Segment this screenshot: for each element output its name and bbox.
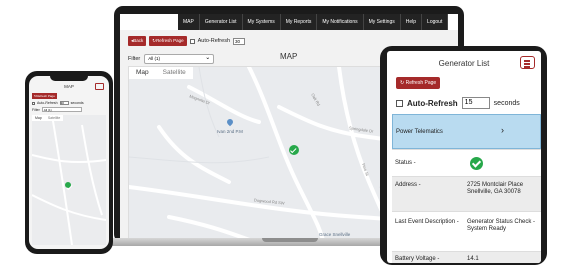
tablet-refresh-button[interactable]: ↻ Refresh Page xyxy=(396,77,441,89)
phone-menu-icon[interactable] xyxy=(95,83,104,90)
phone-screen: MAP ↻Refresh Page Auto-Refresh 30 second… xyxy=(29,76,109,249)
phone-auto-refresh-input[interactable]: 30 xyxy=(59,101,69,105)
phone-auto-refresh-row: Auto-Refresh 30 seconds xyxy=(32,101,84,105)
phone-tab-map[interactable]: Map xyxy=(32,115,45,121)
phone-filter-row: Filter All (1) xyxy=(32,107,82,112)
chevron-right-icon[interactable]: › xyxy=(501,126,541,135)
filter-select-value: All (1) xyxy=(148,56,160,61)
tablet-page-title: Generator List xyxy=(438,59,490,68)
phone-refresh-label: Refresh Page xyxy=(36,94,55,98)
tab-map[interactable]: Map xyxy=(129,67,156,79)
filter-row: Filter All (1) ⌄ xyxy=(128,54,215,64)
tablet-auto-refresh-label: Auto-Refresh xyxy=(407,98,458,108)
phone-tab-satellite[interactable]: Satellite xyxy=(45,115,63,121)
phone-generator-marker-icon[interactable] xyxy=(65,182,71,188)
row-value: 2725 Montclair Place Snellville, GA 3007… xyxy=(467,182,524,195)
row-value: Generator Status Check - System Ready xyxy=(467,219,536,232)
phone-filter-select[interactable]: All (1) xyxy=(41,107,82,112)
row-value: 14.1 xyxy=(467,256,479,262)
tablet-refresh-label: Refresh Page xyxy=(405,80,437,86)
row-label: Last Event Description - xyxy=(395,219,459,225)
filter-select[interactable]: All (1) ⌄ xyxy=(144,54,215,64)
generator-status-marker-icon[interactable] xyxy=(289,145,299,155)
back-button-label: Back xyxy=(133,38,144,43)
nav-my-settings[interactable]: My Settings xyxy=(364,14,401,30)
refresh-page-button[interactable]: ↻Refresh Page xyxy=(149,36,187,46)
phone-map-view[interactable]: Map Satellite xyxy=(32,115,106,245)
nav-generator-list[interactable]: Generator List xyxy=(200,14,243,30)
tablet-auto-refresh-row: Auto-Refresh 15 seconds xyxy=(396,97,520,109)
phone-seconds-label: seconds xyxy=(70,101,84,105)
chevron-down-icon: ⌄ xyxy=(205,55,211,61)
table-row: Status - xyxy=(392,149,541,176)
map-type-tabs: Map Satellite xyxy=(129,67,193,79)
phone-filter-label: Filter xyxy=(32,107,40,112)
nav-my-systems[interactable]: My Systems xyxy=(243,14,281,30)
top-navigation: MAP Generator List My Systems My Reports… xyxy=(120,14,458,30)
nav-logout[interactable]: Logout xyxy=(422,14,449,30)
device-mockup-stage: MAP Generator List My Systems My Reports… xyxy=(0,0,577,266)
table-row: Battery Voltage - 14.1 xyxy=(392,251,541,263)
phone-map-tabs: Map Satellite xyxy=(32,115,64,121)
refresh-button-label: Refresh Page xyxy=(156,38,184,43)
nav-my-reports[interactable]: My Reports xyxy=(281,14,318,30)
map-place-label: Ivan 2nd P.M xyxy=(217,129,243,134)
nav-help[interactable]: Help xyxy=(401,14,423,30)
row-label: Battery Voltage - xyxy=(395,256,440,262)
table-row: Last Event Description - Generator Statu… xyxy=(392,211,541,251)
status-ok-icon xyxy=(470,157,483,170)
refresh-icon: ↻ xyxy=(400,80,405,86)
laptop-notch xyxy=(262,238,318,242)
table-row: Address - 2725 Montclair Place Snellvill… xyxy=(392,176,541,211)
phone-auto-refresh-label: Auto-Refresh xyxy=(37,101,58,105)
row-label: Power Telematics xyxy=(396,129,443,135)
hamburger-menu-icon[interactable] xyxy=(520,56,535,69)
auto-refresh-checkbox[interactable] xyxy=(189,38,195,44)
back-button[interactable]: ◂Back xyxy=(128,36,147,46)
tablet-auto-refresh-checkbox[interactable] xyxy=(396,99,403,107)
auto-refresh-label: Auto-Refresh xyxy=(197,38,230,44)
control-row: ◂Back ↻Refresh Page Auto-Refresh 30 xyxy=(128,36,245,46)
tablet-auto-refresh-input[interactable]: 15 xyxy=(461,97,490,109)
nav-map[interactable]: MAP xyxy=(178,14,200,30)
phone-auto-refresh-checkbox[interactable] xyxy=(32,101,35,105)
phone-map-roads xyxy=(32,115,106,245)
tablet-seconds-label: seconds xyxy=(493,99,520,107)
map-place-label: Grace Snellville xyxy=(319,232,351,237)
filter-label: Filter xyxy=(128,56,141,62)
nav-my-notifications[interactable]: My Notifications xyxy=(317,14,364,30)
tablet-screen: Generator List ↻ Refresh Page Auto-Refre… xyxy=(387,51,541,263)
phone-notch xyxy=(50,76,88,81)
row-label: Status - xyxy=(395,160,416,166)
table-row[interactable]: Power Telematics › xyxy=(392,114,541,149)
row-label: Address - xyxy=(395,182,421,188)
tab-satellite[interactable]: Satellite xyxy=(156,67,193,79)
map-title: MAP xyxy=(280,52,298,61)
phone-refresh-button[interactable]: ↻Refresh Page xyxy=(32,93,57,99)
auto-refresh-input[interactable]: 30 xyxy=(233,37,245,45)
